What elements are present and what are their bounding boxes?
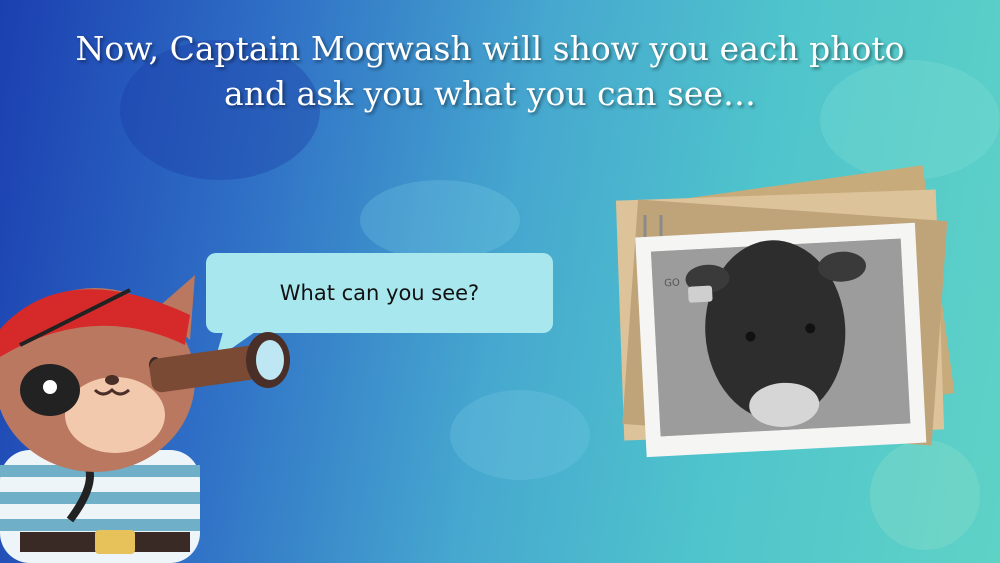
photo-ear-tag-text: GO	[663, 277, 681, 290]
cat-muzzle	[65, 377, 165, 453]
slide-background: Now, Captain Mogwash will show you each …	[0, 0, 1000, 563]
belt-buckle	[95, 530, 135, 554]
cat-nose	[105, 375, 119, 385]
title-line-1: Now, Captain Mogwash will show you each …	[75, 29, 905, 68]
photo-stack	[615, 165, 955, 458]
skull-icon	[43, 380, 57, 394]
title-line-2: and ask you what you can see…	[224, 74, 756, 113]
background-blob	[360, 180, 520, 260]
background-blob	[450, 390, 590, 480]
cow-photo-icon	[635, 222, 927, 458]
pirate-cat-icon	[0, 275, 290, 563]
page-title: Now, Captain Mogwash will show you each …	[20, 26, 960, 116]
